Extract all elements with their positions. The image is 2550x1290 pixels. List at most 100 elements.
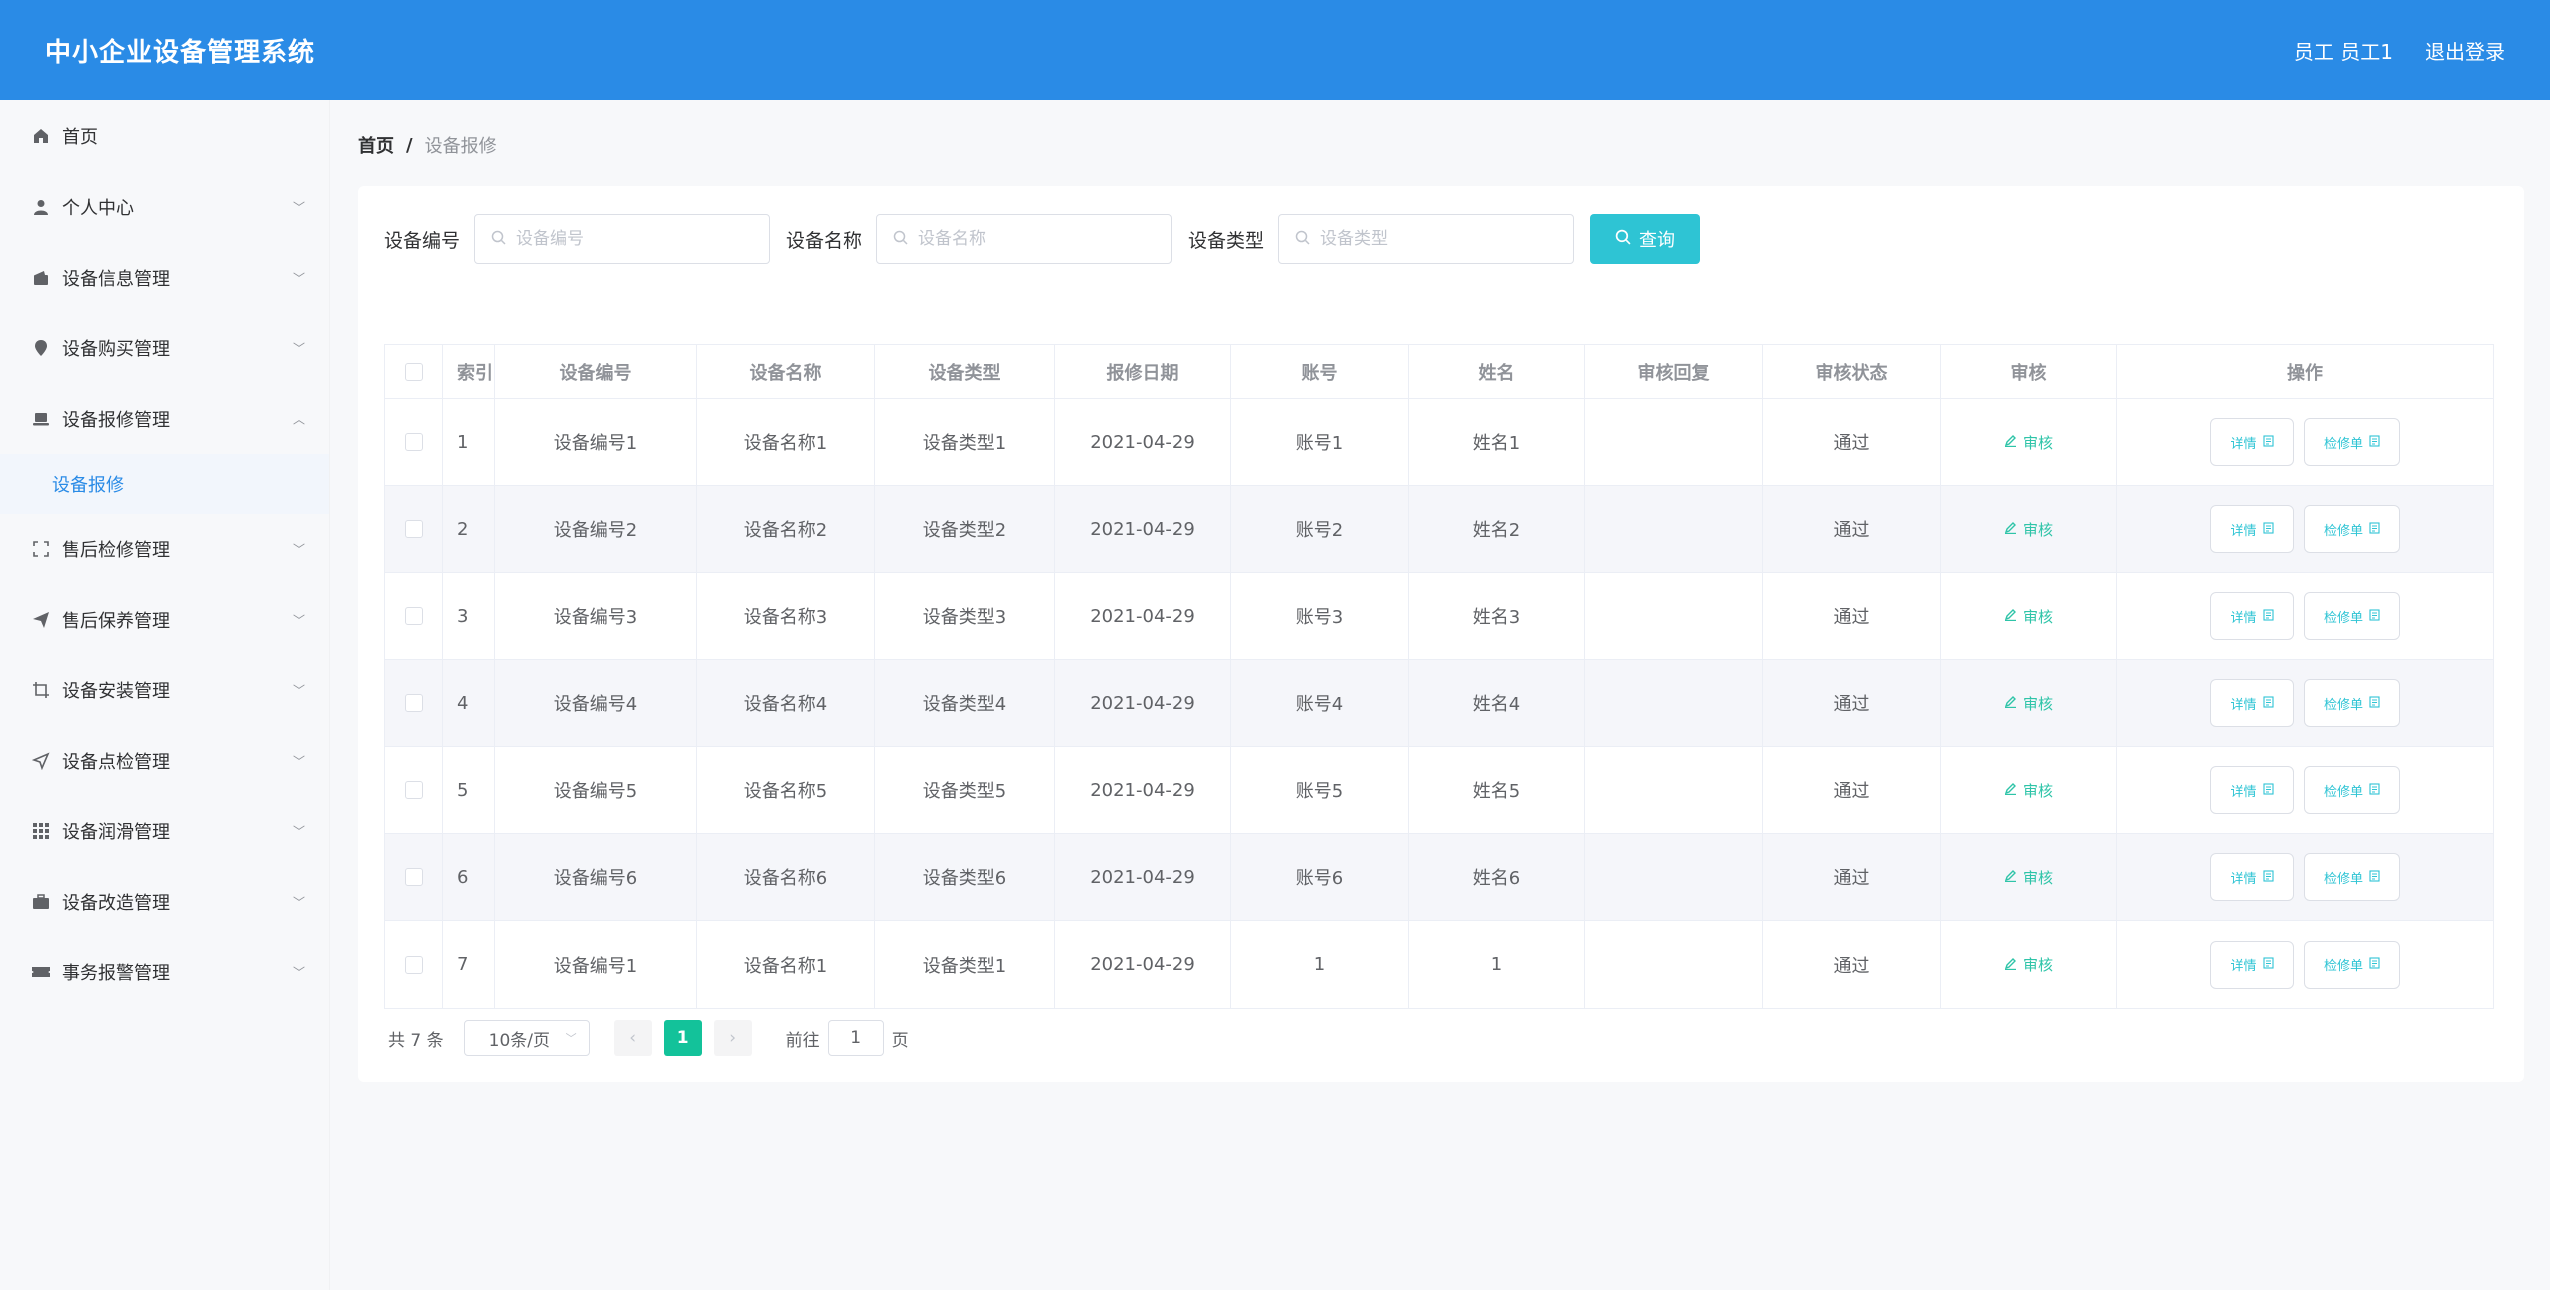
sidebar-item-label: 个人中心 [62, 198, 134, 220]
wallet-icon [30, 267, 52, 289]
header-operations: 操作 [2287, 362, 2323, 384]
sidebar-item-home[interactable]: 首页 [0, 100, 329, 172]
document-icon [2262, 695, 2274, 711]
cell-repair-date: 2021-04-29 [1055, 399, 1231, 485]
sidebar-item-device-repair[interactable]: 设备报修管理 ︿ [0, 384, 329, 455]
row-checkbox[interactable] [404, 433, 423, 451]
row-checkbox[interactable] [404, 955, 423, 974]
select-all-checkbox[interactable] [404, 362, 423, 381]
repair-order-button[interactable]: 检修单 [2304, 940, 2400, 989]
repair-order-button[interactable]: 检修单 [2304, 679, 2400, 727]
cell-operations: 详情 检修单 [2117, 399, 2493, 485]
detail-button[interactable]: 详情 [2210, 940, 2294, 989]
chevron-down-icon: ﹀ [292, 895, 305, 910]
audit-button[interactable]: 审核 [2004, 519, 2053, 540]
submenu-item-device-repair[interactable]: 设备报修 [0, 454, 329, 514]
chevron-right-icon: › [729, 1028, 737, 1048]
row-checkbox[interactable] [404, 520, 423, 538]
row-checkbox[interactable] [404, 781, 423, 799]
sidebar-item-device-purchase[interactable]: 设备购买管理 ﹀ [0, 313, 329, 384]
cell-repair-date: 2021-04-29 [1055, 486, 1231, 572]
row-checkbox[interactable] [404, 868, 423, 886]
header-checkbox-cell [385, 345, 443, 398]
detail-button-label: 详情 [2230, 436, 2257, 452]
document-icon [2369, 434, 2380, 450]
sidebar-item-device-retrofit[interactable]: 设备改造管理 ﹀ [0, 867, 329, 938]
cell-repair-date: 2021-04-29 [1055, 834, 1231, 920]
sidebar-item-incident-alarm[interactable]: 事务报警管理 ﹀ [0, 937, 329, 1008]
row-checkbox[interactable] [404, 607, 423, 625]
current-user: 员工 员工1 [2293, 39, 2393, 64]
device-name-field[interactable] [876, 214, 1173, 264]
audit-button[interactable]: 审核 [2004, 867, 2053, 888]
page-number-current[interactable]: 1 [663, 1020, 702, 1056]
cell-operations: 详情 检修单 [2117, 834, 2493, 920]
audit-button[interactable]: 审核 [2004, 780, 2053, 801]
cell-device-type: 设备类型5 [875, 747, 1055, 833]
device-no-label: 设备编号 [384, 229, 461, 252]
sidebar-item-device-install[interactable]: 设备安装管理 ﹀ [0, 655, 329, 726]
prev-page-button[interactable]: ‹ [613, 1020, 652, 1056]
logout-link[interactable]: 退出登录 [2425, 36, 2505, 65]
next-page-button[interactable]: › [713, 1020, 752, 1056]
device-type-input[interactable] [1320, 229, 1541, 249]
cell-audit: 审核 [1941, 834, 2117, 920]
page-size-select[interactable]: 10条/页 ﹀ [463, 1020, 590, 1056]
pagination-total: 共 7 条 [388, 1030, 444, 1051]
query-button[interactable]: 查询 [1590, 214, 1701, 264]
table-body: 1 设备编号1 设备名称1 设备类型1 2021-04-29 账号1 姓名1 通过 审核 详情 检修… [385, 399, 2493, 1008]
goto-page-input[interactable]: 1 [827, 1020, 884, 1056]
sidebar-item-after-sales-maintenance[interactable]: 售后保养管理 ﹀ [0, 585, 329, 656]
detail-button[interactable]: 详情 [2210, 853, 2294, 901]
page-size-value: 10条/页 [488, 1030, 550, 1051]
table-row: 2 设备编号2 设备名称2 设备类型2 2021-04-29 账号2 姓名2 通过 审核 详情 检修… [385, 486, 2493, 573]
cell-audit-status: 通过 [1763, 486, 1941, 572]
detail-button[interactable]: 详情 [2210, 679, 2294, 727]
device-no-input[interactable] [516, 229, 737, 249]
goto-page: 前往 1 页 [786, 1020, 909, 1056]
cell-audit: 审核 [1941, 747, 2117, 833]
detail-button[interactable]: 详情 [2210, 418, 2294, 466]
repair-order-button[interactable]: 检修单 [2304, 505, 2400, 553]
sidebar-item-after-sales-inspection[interactable]: 售后检修管理 ﹀ [0, 514, 329, 585]
sidebar-item-device-info[interactable]: 设备信息管理 ﹀ [0, 243, 329, 314]
sidebar-item-personal-center[interactable]: 个人中心 ﹀ [0, 172, 329, 243]
header-index: 索引 [443, 345, 495, 398]
device-type-field[interactable] [1278, 214, 1575, 264]
table-row: 7 设备编号1 设备名称1 设备类型1 2021-04-29 1 1 通过 审核 详情 检修单 [385, 921, 2493, 1008]
cell-device-name: 设备名称5 [697, 747, 875, 833]
audit-button[interactable]: 审核 [2004, 606, 2053, 627]
repair-order-button[interactable]: 检修单 [2304, 592, 2400, 640]
cell-operations: 详情 检修单 [2117, 486, 2493, 572]
repair-order-button[interactable]: 检修单 [2304, 853, 2400, 901]
device-name-input[interactable] [918, 229, 1139, 249]
repair-order-button[interactable]: 检修单 [2304, 418, 2400, 466]
audit-button[interactable]: 审核 [2004, 432, 2053, 453]
audit-button-label: 审核 [2022, 781, 2053, 800]
briefcase-icon [30, 891, 52, 913]
detail-button[interactable]: 详情 [2210, 766, 2294, 814]
sidebar-item-label: 事务报警管理 [62, 963, 170, 985]
cell-device-type: 设备类型4 [875, 660, 1055, 746]
chevron-down-icon: ﹀ [565, 1032, 577, 1045]
cell-audit: 审核 [1941, 921, 2117, 1008]
row-checkbox-cell [385, 834, 443, 920]
row-checkbox-cell [385, 660, 443, 746]
audit-button[interactable]: 审核 [2004, 954, 2053, 975]
audit-button[interactable]: 审核 [2004, 693, 2053, 714]
breadcrumb-home[interactable]: 首页 [358, 132, 394, 158]
audit-button-label: 审核 [2022, 433, 2053, 452]
sidebar: 首页 个人中心 ﹀ 设备信息管理 ﹀ 设备购买管理 ﹀ 设备报修管理 ︿ 设备报… [0, 100, 330, 1290]
laptop-icon [30, 408, 52, 430]
row-checkbox[interactable] [404, 694, 423, 712]
device-no-field[interactable] [474, 214, 771, 264]
detail-button[interactable]: 详情 [2210, 592, 2294, 640]
header-audit: 审核 [1941, 345, 2117, 398]
repair-order-button[interactable]: 检修单 [2304, 766, 2400, 814]
sidebar-item-device-checkpoint[interactable]: 设备点检管理 ﹀ [0, 726, 329, 797]
cell-audit-reply [1585, 660, 1763, 746]
chevron-down-icon: ﹀ [292, 613, 305, 628]
detail-button[interactable]: 详情 [2210, 505, 2294, 553]
repair-order-button-label: 检修单 [2323, 436, 2363, 452]
sidebar-item-device-lubrication[interactable]: 设备润滑管理 ﹀ [0, 796, 329, 867]
